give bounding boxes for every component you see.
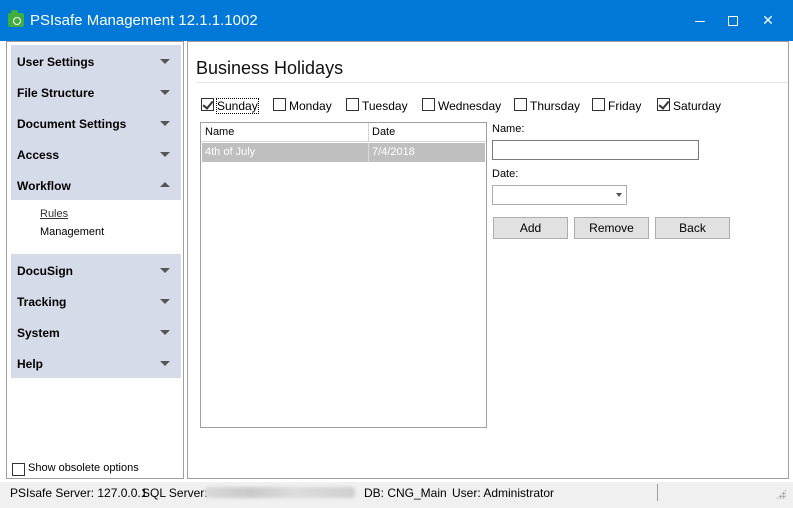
sidebar-item-help[interactable]: Help <box>11 347 181 378</box>
checkbox-icon <box>346 98 359 111</box>
sidebar-item-system[interactable]: System <box>11 316 181 347</box>
add-button[interactable]: Add <box>493 217 568 239</box>
sidebar-item-label: Workflow <box>17 179 71 193</box>
sidebar-item-docusign[interactable]: DocuSign <box>11 254 181 285</box>
title-divider <box>196 82 788 83</box>
sidebar-item-label: DocuSign <box>17 264 73 278</box>
app-logo-icon <box>8 10 24 27</box>
holidays-grid[interactable]: Name Date 4th of July 7/4/2018 <box>200 122 487 428</box>
status-bar: PSIsafe Server: 127.0.0.1 SQL Server: DB… <box>0 482 793 508</box>
sidebar-item-label: File Structure <box>17 86 95 100</box>
sidebar-item-workflow[interactable]: Workflow <box>11 169 181 200</box>
status-divider <box>657 484 658 501</box>
day-label: Saturday <box>673 99 722 113</box>
status-sql-label: SQL Server: <box>142 486 208 500</box>
show-obsolete-checkbox[interactable] <box>12 463 25 476</box>
sidebar-item-label: Document Settings <box>17 117 127 131</box>
show-obsolete-label: Show obsolete options <box>28 462 139 474</box>
close-icon: ✕ <box>762 12 774 28</box>
holiday-name-input[interactable] <box>492 140 699 160</box>
status-server: PSIsafe Server: 127.0.0.1 <box>10 486 148 500</box>
sidebar-item-label: System <box>17 326 60 340</box>
resize-grip-icon[interactable] <box>776 489 786 499</box>
back-button[interactable]: Back <box>655 217 730 239</box>
chevron-down-icon <box>160 121 170 126</box>
chevron-down-icon <box>160 330 170 335</box>
chevron-down-icon <box>160 268 170 273</box>
status-db: DB: CNG_Main <box>364 486 447 500</box>
sidebar-item-label: User Settings <box>17 55 95 69</box>
day-label: Tuesday <box>362 99 408 113</box>
row-date-cell: 7/4/2018 <box>372 146 415 158</box>
minimize-icon <box>695 20 705 22</box>
chevron-down-icon <box>160 152 170 157</box>
close-button[interactable]: ✕ <box>745 0 791 41</box>
day-label: Monday <box>289 99 332 113</box>
sidebar: User Settings File Structure Document Se… <box>6 41 184 479</box>
day-label: Friday <box>608 99 642 113</box>
chevron-up-icon <box>160 182 170 187</box>
date-label: Date: <box>492 168 519 180</box>
day-label: Thursday <box>530 99 581 113</box>
checkbox-checked-icon <box>201 98 214 111</box>
sidebar-item-file-structure[interactable]: File Structure <box>11 76 181 107</box>
checkbox-icon <box>514 98 527 111</box>
sidebar-item-document-settings[interactable]: Document Settings <box>11 107 181 138</box>
holiday-date-picker[interactable] <box>492 185 627 205</box>
chevron-down-icon <box>160 59 170 64</box>
column-header-name[interactable]: Name <box>205 126 234 138</box>
main-panel: Business Holidays Sunday Monday Tuesday … <box>187 41 789 479</box>
title-bar: PSIsafe Management 12.1.1.1002 ✕ <box>0 0 793 41</box>
grid-header: Name Date <box>201 123 486 142</box>
sidebar-item-label: Tracking <box>17 295 67 309</box>
nav-group-bottom: DocuSign Tracking System Help <box>11 254 181 378</box>
chevron-down-icon <box>160 361 170 366</box>
sidebar-item-tracking[interactable]: Tracking <box>11 285 181 316</box>
checkbox-icon <box>273 98 286 111</box>
window-title: PSIsafe Management 12.1.1.1002 <box>30 12 258 29</box>
checkbox-icon <box>422 98 435 111</box>
checkbox-icon <box>592 98 605 111</box>
sidebar-item-access[interactable]: Access <box>11 138 181 169</box>
nav-group-top: User Settings File Structure Document Se… <box>11 45 181 200</box>
table-row[interactable]: 4th of July 7/4/2018 <box>202 143 485 162</box>
column-divider <box>368 123 369 142</box>
status-user: User: Administrator <box>452 486 555 500</box>
name-label: Name: <box>492 123 525 135</box>
dropdown-arrow-icon <box>616 193 622 197</box>
redacted-sql-server <box>205 487 355 498</box>
sidebar-item-user-settings[interactable]: User Settings <box>11 45 181 76</box>
sidebar-subitem-rules[interactable]: Rules <box>40 208 68 220</box>
page-title: Business Holidays <box>196 58 344 78</box>
sidebar-subitem-management[interactable]: Management <box>40 226 104 238</box>
day-label: Sunday <box>216 98 259 114</box>
sidebar-item-label: Help <box>17 357 44 371</box>
column-divider <box>368 143 369 162</box>
sidebar-item-label: Access <box>17 148 60 162</box>
remove-button[interactable]: Remove <box>574 217 649 239</box>
chevron-down-icon <box>160 299 170 304</box>
chevron-down-icon <box>160 90 170 95</box>
checkbox-checked-icon <box>657 98 670 111</box>
maximize-icon <box>728 16 738 27</box>
column-header-date[interactable]: Date <box>372 126 395 138</box>
day-label: Wednesday <box>438 99 502 113</box>
row-name-cell: 4th of July <box>205 146 256 158</box>
